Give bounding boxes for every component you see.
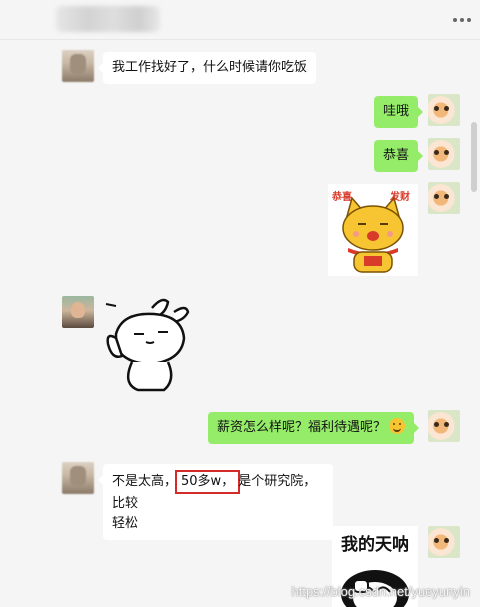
friend-avatar[interactable] (62, 296, 94, 328)
more-options-icon[interactable] (448, 10, 476, 30)
message-text: 恭喜 (383, 148, 410, 163)
my-avatar[interactable] (428, 526, 460, 558)
scrollbar[interactable] (471, 122, 477, 192)
sticker-title: 我的天呐 (341, 535, 409, 555)
message-text: 我工作找好了，什么时候请你吃饭 (112, 60, 308, 75)
watermark: https://blog.csdn.net/yueyunyin (291, 584, 470, 599)
sticker-caption-right: 发财 (390, 192, 410, 203)
my-avatar[interactable] (428, 410, 460, 442)
message-incoming[interactable]: 我工作找好了，什么时候请你吃饭 (97, 52, 317, 84)
my-avatar[interactable] (428, 94, 460, 126)
message-outgoing[interactable]: 薪资怎么样呢？福利待遇呢？ (208, 412, 420, 444)
my-avatar[interactable] (428, 182, 460, 214)
friend-avatar[interactable] (62, 50, 94, 82)
sticker-bunny[interactable] (102, 294, 192, 394)
chat-header (0, 0, 480, 40)
sticker-lucky-cat[interactable]: 恭喜 发财 (328, 184, 418, 276)
message-outgoing[interactable]: 恭喜 (374, 140, 424, 172)
message-outgoing[interactable]: 哇哦 (374, 96, 424, 128)
message-list[interactable]: 我工作找好了，什么时候请你吃饭 哇哦 恭喜 恭喜 发财 薪资怎么样呢？福利待遇呢… (46, 40, 470, 607)
message-line-1: 不是太高， 50多w， 是个研究院，比较 (112, 470, 324, 514)
message-line-2: 轻松 (112, 516, 139, 531)
friend-avatar[interactable] (62, 462, 94, 494)
bunny-illustration (105, 298, 190, 392)
highlighted-salary: 50多w， (175, 470, 241, 494)
message-text: 哇哦 (383, 104, 410, 119)
chat-title-blurred (56, 6, 160, 32)
my-avatar[interactable] (428, 138, 460, 170)
message-incoming[interactable]: 不是太高， 50多w， 是个研究院，比较 轻松 (98, 464, 333, 540)
message-text: 薪资怎么样呢？福利待遇呢？ (217, 420, 387, 435)
smile-emoji-icon (389, 418, 406, 434)
message-text: 不是太高， (112, 474, 178, 489)
sticker-caption-left: 恭喜 (332, 192, 352, 203)
